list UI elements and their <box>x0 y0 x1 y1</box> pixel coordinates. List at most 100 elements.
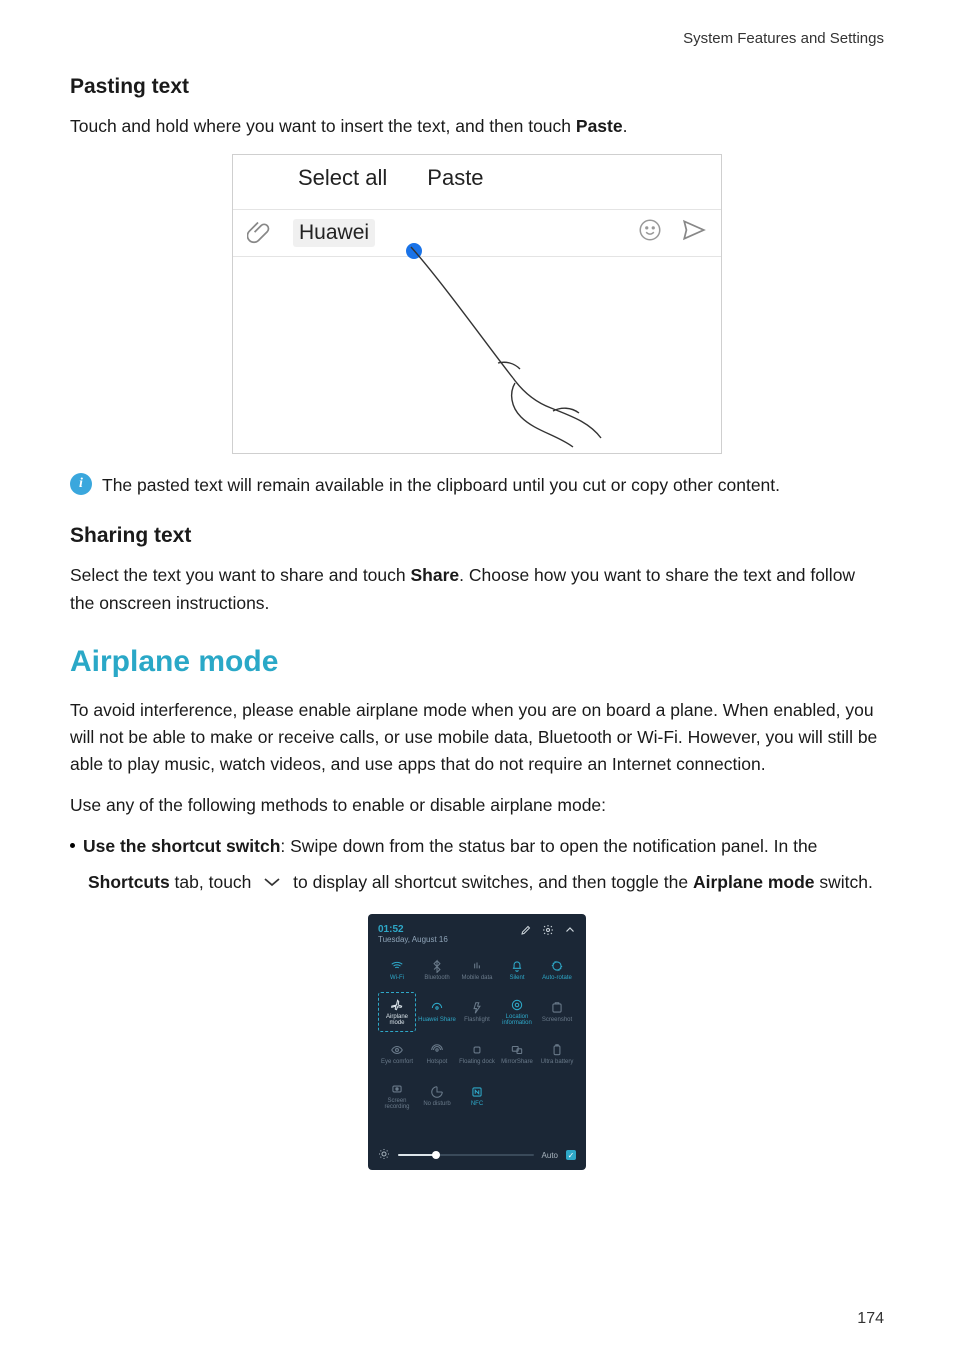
shortcut-tile[interactable]: MirrorShare <box>498 1034 536 1074</box>
bell-icon <box>510 959 524 973</box>
pasting-body-bold: Paste <box>576 116 623 136</box>
attach-icon[interactable] <box>247 218 273 249</box>
shortcut-tile-label: Screen recording <box>378 1098 416 1110</box>
sharing-body: Select the text you want to share and to… <box>70 562 884 616</box>
bullet1-mid: tab, touch <box>170 872 257 892</box>
bullet-dot-icon <box>70 843 75 848</box>
edit-icon[interactable] <box>520 924 532 939</box>
shot-icon <box>550 1001 564 1015</box>
shortcut-tile[interactable]: Eye comfort <box>378 1034 416 1074</box>
shortcut-tile-label: MirrorShare <box>501 1059 533 1065</box>
bullet1-rest2: to display all shortcut switches, and th… <box>288 872 693 892</box>
shortcut-tile-label: Bluetooth <box>424 975 449 981</box>
shortcut-tile-label: Mobile data <box>461 975 492 981</box>
context-menu: Select all Paste <box>298 165 484 191</box>
auto-brightness-checkbox[interactable]: ✓ <box>566 1150 576 1160</box>
bullet-shortcut-switch: Use the shortcut switch: Swipe down from… <box>70 833 884 860</box>
flash-icon <box>470 1001 484 1015</box>
dnd-icon <box>430 1085 444 1099</box>
pasting-body-pre: Touch and hold where you want to insert … <box>70 116 576 136</box>
select-all-menu-item[interactable]: Select all <box>298 165 387 191</box>
shortcut-tile-label: Ultra battery <box>541 1059 574 1065</box>
notification-panel-screenshot: 01:52 Tuesday, August 16 Wi-FiBluetoothM… <box>368 914 586 1170</box>
hotspot-icon <box>430 1043 444 1057</box>
plane-icon <box>390 998 404 1012</box>
shortcut-tiles-grid: Wi-Fi Bluetooth Mobile data Silent Auto-rota… <box>378 950 576 1116</box>
shortcut-tile[interactable]: Airplane mode <box>378 992 416 1032</box>
airplane-para1: To avoid interference, please enable air… <box>70 697 884 778</box>
shortcut-tile-label: Huawei Share <box>418 1017 456 1023</box>
nfc-icon <box>470 1085 484 1099</box>
dock-icon <box>470 1043 484 1057</box>
heading-sharing-text: Sharing text <box>70 524 884 548</box>
brightness-icon <box>378 1148 390 1162</box>
shortcut-tile[interactable]: Wi-Fi <box>378 950 416 990</box>
hand-illustration <box>403 243 613 453</box>
rec-icon <box>390 1082 404 1096</box>
eye-icon <box>390 1043 404 1057</box>
shortcut-tile-label: Airplane mode <box>379 1014 415 1026</box>
sharing-body-pre: Select the text you want to share and to… <box>70 565 411 585</box>
shortcut-tile[interactable]: No disturb <box>418 1076 456 1116</box>
share-icon <box>430 1001 444 1015</box>
shortcut-tile-label: Hotspot <box>427 1059 448 1065</box>
mirror-icon <box>510 1043 524 1057</box>
shortcut-tile[interactable]: Screenshot <box>538 992 576 1032</box>
shortcut-tile[interactable]: Ultra battery <box>538 1034 576 1074</box>
gear-icon[interactable] <box>542 924 554 939</box>
chevron-down-icon <box>262 867 282 900</box>
data-icon <box>470 959 484 973</box>
rotate-icon <box>550 959 564 973</box>
bullet1-line2: Shortcuts tab, touch to display all shor… <box>88 866 884 900</box>
brightness-row: Auto ✓ <box>378 1148 576 1162</box>
shortcut-tile-label: Screenshot <box>542 1017 572 1023</box>
shortcut-tile-label: Flashlight <box>464 1017 490 1023</box>
shortcut-tile-label: Wi-Fi <box>390 975 404 981</box>
shortcut-tile[interactable]: NFC <box>458 1076 496 1116</box>
info-text: The pasted text will remain available in… <box>102 472 780 498</box>
shortcut-tile[interactable]: Silent <box>498 950 536 990</box>
page-number: 174 <box>857 1310 884 1328</box>
text-input[interactable]: Huawei <box>293 219 375 247</box>
shortcut-tile[interactable]: Screen recording <box>378 1076 416 1116</box>
bullet1-bold: Use the shortcut switch <box>83 836 280 856</box>
heading-pasting-text: Pasting text <box>70 75 884 99</box>
emoji-icon[interactable] <box>637 217 663 248</box>
bullet1-rest: : Swipe down from the status bar to open… <box>280 836 817 856</box>
shortcut-tile[interactable]: Flashlight <box>458 992 496 1032</box>
shortcut-tile[interactable]: Floating dock <box>458 1034 496 1074</box>
breadcrumb: System Features and Settings <box>70 30 884 47</box>
chevron-up-icon[interactable] <box>564 924 576 939</box>
shortcut-tile-label: Location information <box>498 1014 536 1026</box>
brightness-slider[interactable] <box>398 1154 534 1156</box>
heading-airplane-mode: Airplane mode <box>70 645 884 679</box>
shortcut-tile-label: Floating dock <box>459 1059 495 1065</box>
panel-time: 01:52 <box>378 924 448 935</box>
shortcut-tile[interactable]: Location information <box>498 992 536 1032</box>
shortcut-tile-label: Silent <box>509 975 524 981</box>
bullet1-end: switch. <box>815 872 873 892</box>
paste-illustration: Select all Paste Huawei <box>232 154 722 454</box>
bullet1-shortcuts-bold: Shortcuts <box>88 872 170 892</box>
shortcut-tile[interactable]: Huawei Share <box>418 992 456 1032</box>
bt-icon <box>430 959 444 973</box>
shortcut-tile[interactable]: Hotspot <box>418 1034 456 1074</box>
shortcut-tile[interactable]: Bluetooth <box>418 950 456 990</box>
bullet1-airplane-bold: Airplane mode <box>693 872 815 892</box>
shortcut-tile[interactable]: Auto-rotate <box>538 950 576 990</box>
airplane-para2: Use any of the following methods to enab… <box>70 792 884 819</box>
batt-icon <box>550 1043 564 1057</box>
shortcut-tile-label: Auto-rotate <box>542 975 572 981</box>
shortcut-tile-label: Eye comfort <box>381 1059 413 1065</box>
sharing-body-bold: Share <box>411 565 460 585</box>
pasting-body-post: . <box>623 116 628 136</box>
shortcut-tile-label: NFC <box>471 1101 483 1107</box>
pasting-body: Touch and hold where you want to insert … <box>70 113 884 140</box>
shortcut-tile-label: No disturb <box>423 1101 450 1107</box>
auto-brightness-label: Auto <box>542 1151 558 1160</box>
send-icon[interactable] <box>681 217 707 248</box>
paste-menu-item[interactable]: Paste <box>427 165 483 191</box>
info-note: i The pasted text will remain available … <box>70 472 884 498</box>
loc-icon <box>510 998 524 1012</box>
shortcut-tile[interactable]: Mobile data <box>458 950 496 990</box>
